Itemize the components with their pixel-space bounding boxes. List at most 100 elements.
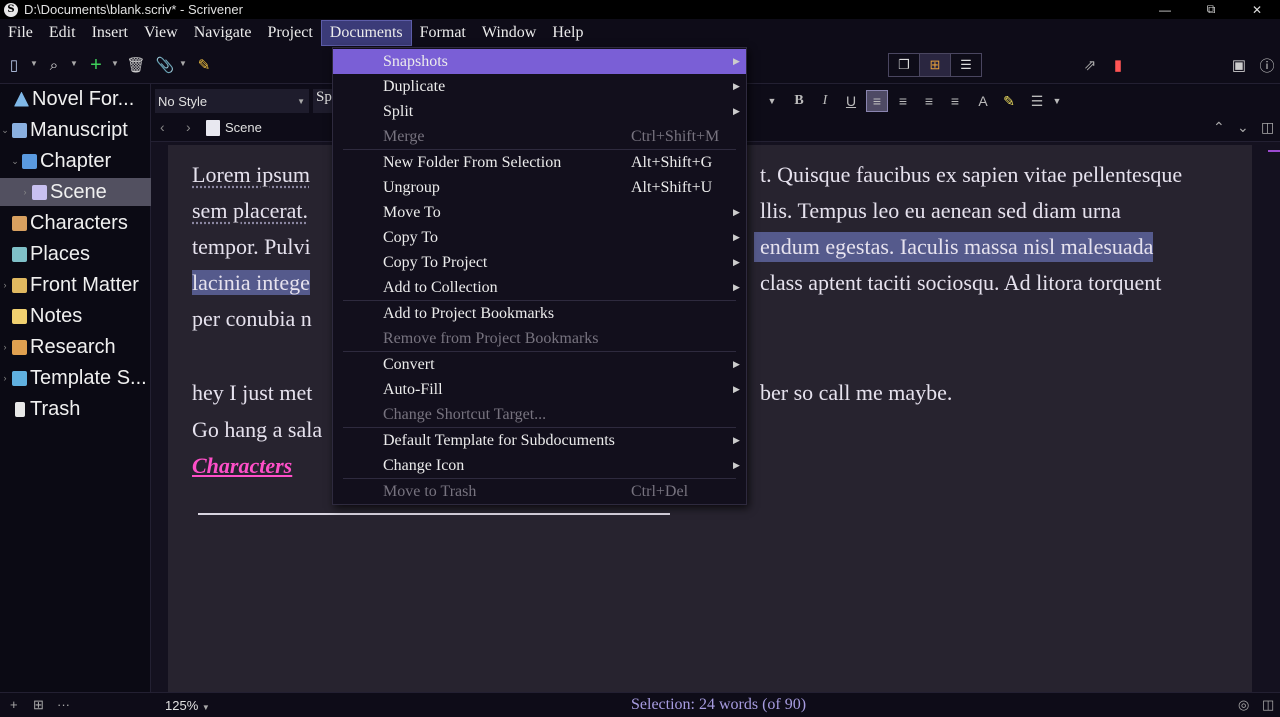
- text-run: Lorem ipsum: [192, 162, 310, 187]
- chevron-down-icon[interactable]: ▼: [761, 90, 783, 112]
- chevron-down-icon[interactable]: ⌄: [1237, 119, 1249, 136]
- characters-link[interactable]: Characters: [192, 453, 292, 478]
- new-folder-icon[interactable]: ⊞: [33, 697, 44, 713]
- menu-file[interactable]: File: [0, 20, 41, 46]
- chevron-right-icon[interactable]: ›: [0, 342, 10, 352]
- menu-view[interactable]: View: [136, 20, 186, 46]
- menu-edit[interactable]: Edit: [41, 20, 84, 46]
- add-icon[interactable]: +: [10, 697, 18, 712]
- back-icon[interactable]: ‹: [160, 119, 165, 135]
- window-title: D:\Documents\blank.scriv* - Scrivener: [24, 2, 243, 17]
- info-icon[interactable]: ⓘ: [1257, 55, 1277, 75]
- style-select[interactable]: No Style ▼: [155, 89, 309, 113]
- menu-item-snapshots[interactable]: Snapshots ▶: [333, 49, 746, 74]
- binder-item-notes[interactable]: Notes: [0, 302, 151, 330]
- menu-item-move-to[interactable]: Move To ▶: [333, 200, 746, 225]
- chevron-down-icon[interactable]: ▼: [179, 59, 187, 68]
- binder-item-template-sheets[interactable]: › Template S...: [0, 364, 151, 392]
- target-icon[interactable]: ◎: [1238, 697, 1249, 713]
- menu-item-duplicate[interactable]: Duplicate ▶: [333, 74, 746, 99]
- text-run: class aptent taciti sociosqu. Ad litora …: [760, 270, 1162, 295]
- attachment-icon[interactable]: 📎: [155, 55, 175, 75]
- scrivenings-view-icon[interactable]: ❐: [889, 54, 920, 76]
- menu-item-change-icon[interactable]: Change Icon ▶: [333, 453, 746, 478]
- binder-item-front-matter[interactable]: › Front Matter: [0, 271, 151, 299]
- binder-item-research[interactable]: › Research: [0, 333, 151, 361]
- menu-item-new-folder-from-selection[interactable]: New Folder From Selection Alt+Shift+G: [333, 150, 746, 175]
- menu-item-ungroup[interactable]: Ungroup Alt+Shift+U: [333, 175, 746, 200]
- forward-icon[interactable]: ›: [186, 119, 191, 135]
- text-run: per conubia n: [192, 306, 312, 331]
- close-button[interactable]: ✕: [1234, 0, 1280, 19]
- menu-help[interactable]: Help: [544, 20, 591, 46]
- italic-icon[interactable]: I: [814, 90, 836, 112]
- chevron-right-icon[interactable]: ›: [0, 373, 10, 383]
- chevron-down-icon[interactable]: ▼: [111, 59, 119, 68]
- menu-item-label: Move To: [383, 203, 441, 221]
- menu-item-split[interactable]: Split ▶: [333, 99, 746, 124]
- add-icon[interactable]: +: [86, 54, 106, 76]
- align-justify-icon[interactable]: ≡: [918, 90, 940, 112]
- split-icon[interactable]: ◫: [1262, 697, 1274, 713]
- align-left-icon[interactable]: ≡: [866, 90, 888, 112]
- font-select[interactable]: Sp: [313, 89, 333, 113]
- align-center-icon[interactable]: ≡: [892, 90, 914, 112]
- chevron-down-icon[interactable]: ▼: [1046, 90, 1068, 112]
- menu-project[interactable]: Project: [259, 20, 320, 46]
- binder-item-chapter[interactable]: ⌄ Chapter: [0, 147, 151, 175]
- menu-item-convert[interactable]: Convert ▶: [333, 352, 746, 377]
- binder-item-scene[interactable]: › Scene: [0, 178, 151, 206]
- menu-item-label: Change Shortcut Target...: [383, 405, 547, 423]
- highlight-icon[interactable]: ✎: [998, 90, 1020, 112]
- scrollbar-thumb[interactable]: [1268, 150, 1280, 156]
- manuscript-icon: [12, 122, 27, 138]
- chevron-right-icon[interactable]: ›: [0, 280, 10, 290]
- menu-item-copy-to[interactable]: Copy To ▶: [333, 225, 746, 250]
- scrivener-app-icon: S: [4, 2, 18, 17]
- trash-icon[interactable]: 🗑: [126, 55, 146, 75]
- zoom-select[interactable]: 125% ▼: [165, 698, 210, 713]
- submenu-arrow-icon: ▶: [733, 282, 740, 292]
- bold-icon[interactable]: B: [788, 90, 810, 112]
- menu-item-copy-to-project[interactable]: Copy To Project ▶: [333, 250, 746, 275]
- menu-item-default-template[interactable]: Default Template for Subdocuments ▶: [333, 428, 746, 453]
- binder-item-trash[interactable]: Trash: [0, 395, 151, 423]
- bookmark-icon[interactable]: ▮: [1108, 55, 1128, 75]
- split-editor-icon[interactable]: ◫: [1261, 119, 1274, 136]
- edit-note-icon[interactable]: ✎: [194, 55, 214, 75]
- menu-item-add-to-collection[interactable]: Add to Collection ▶: [333, 275, 746, 300]
- editor-scrollbar[interactable]: [1268, 142, 1280, 692]
- chevron-down-icon[interactable]: ▼: [30, 59, 38, 68]
- binder-toggle-icon[interactable]: ▯: [4, 55, 24, 75]
- underline-icon[interactable]: U: [840, 90, 862, 112]
- binder-item-characters[interactable]: Characters: [0, 209, 151, 237]
- corkboard-view-icon[interactable]: ⊞: [920, 54, 951, 76]
- chevron-down-icon[interactable]: ⌄: [10, 156, 20, 167]
- menu-navigate[interactable]: Navigate: [186, 20, 260, 46]
- menu-format[interactable]: Format: [412, 20, 474, 46]
- menu-documents[interactable]: Documents: [320, 20, 412, 46]
- chevron-up-icon[interactable]: ⌃: [1213, 119, 1225, 136]
- menu-insert[interactable]: Insert: [84, 20, 136, 46]
- menu-item-auto-fill[interactable]: Auto-Fill ▶: [333, 377, 746, 402]
- text-color-icon[interactable]: A: [972, 90, 994, 112]
- chevron-right-icon[interactable]: ›: [20, 187, 30, 197]
- binder-item-places[interactable]: Places: [0, 240, 151, 268]
- share-icon[interactable]: ⇗: [1080, 55, 1100, 75]
- outline-view-icon[interactable]: ☰: [951, 54, 981, 76]
- menu-window[interactable]: Window: [474, 20, 544, 46]
- search-icon[interactable]: ⌕: [44, 55, 64, 75]
- more-icon[interactable]: ···: [57, 697, 70, 712]
- chevron-down-icon[interactable]: ⌄: [0, 125, 10, 136]
- menu-item-add-to-project-bookmarks[interactable]: Add to Project Bookmarks: [333, 301, 746, 326]
- menu-item-label: Duplicate: [383, 77, 446, 95]
- binder-item-manuscript[interactable]: ⌄ Manuscript: [0, 116, 151, 144]
- minimize-button[interactable]: —: [1142, 0, 1188, 19]
- current-document-title[interactable]: Scene: [225, 120, 262, 135]
- chevron-down-icon[interactable]: ▼: [70, 59, 78, 68]
- binder-item-novel-format[interactable]: Novel For...: [0, 85, 151, 113]
- align-right-icon[interactable]: ≡: [944, 90, 966, 112]
- list-icon[interactable]: ☰: [1026, 90, 1048, 112]
- restore-button[interactable]: ⧉: [1188, 0, 1234, 19]
- inspector-image-icon[interactable]: ▣: [1229, 55, 1249, 75]
